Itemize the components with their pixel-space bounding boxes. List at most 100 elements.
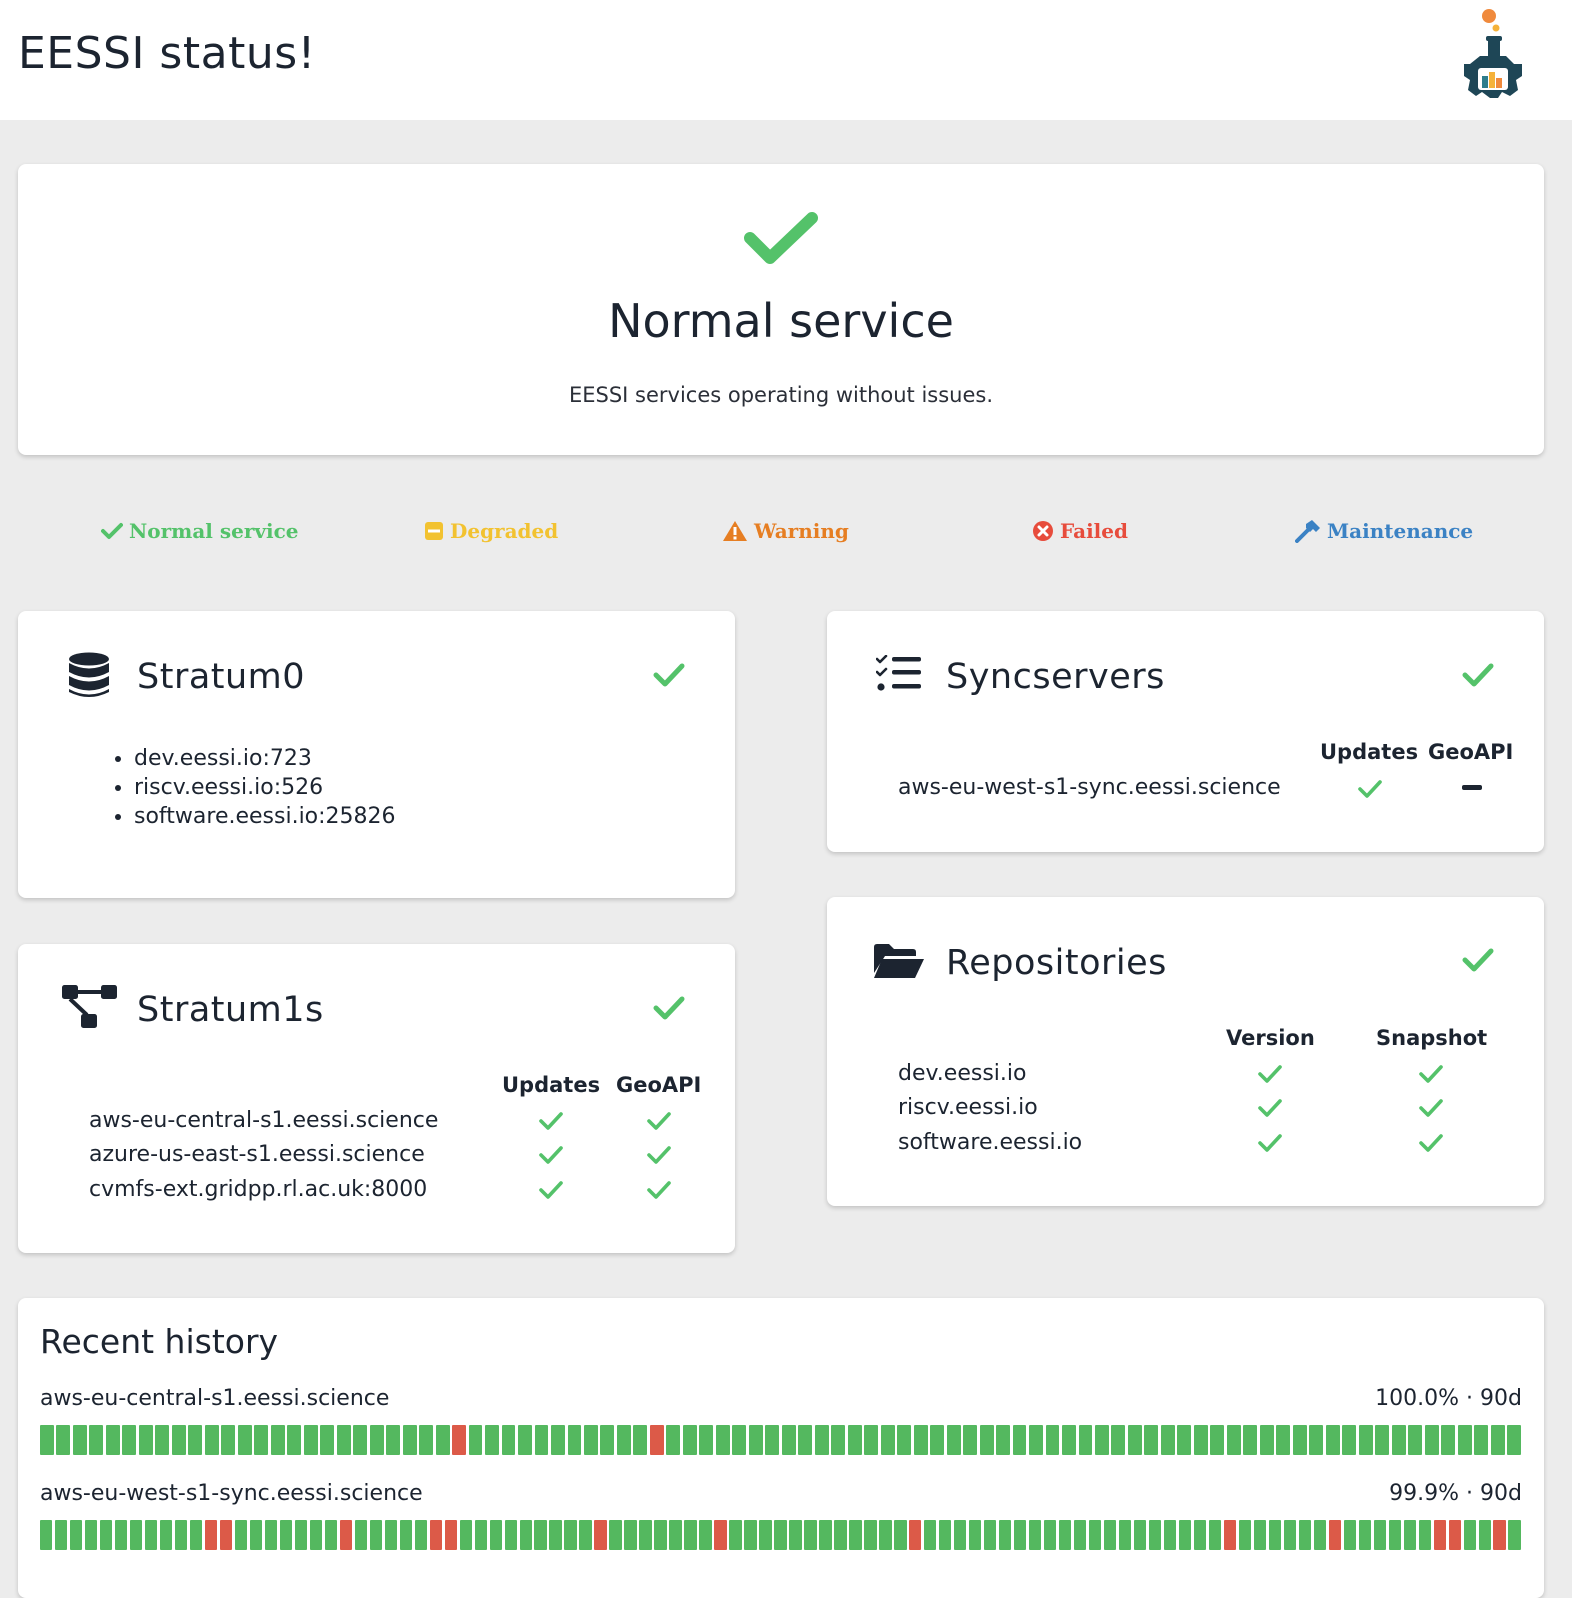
history-day-up[interactable]	[1210, 1425, 1225, 1455]
history-day-up[interactable]	[1243, 1425, 1258, 1455]
history-day-up[interactable]	[159, 1520, 173, 1550]
history-day-up[interactable]	[144, 1520, 158, 1550]
history-day-up[interactable]	[320, 1425, 335, 1455]
history-day-down[interactable]	[594, 1520, 607, 1550]
history-day-up[interactable]	[897, 1425, 912, 1455]
history-day-up[interactable]	[549, 1520, 562, 1550]
history-day-up[interactable]	[1193, 1425, 1208, 1455]
history-day-up[interactable]	[579, 1520, 592, 1550]
history-day-up[interactable]	[715, 1425, 730, 1455]
history-day-up[interactable]	[399, 1520, 413, 1550]
history-day-up[interactable]	[264, 1520, 278, 1550]
history-day-up[interactable]	[1418, 1520, 1431, 1550]
history-day-up[interactable]	[138, 1425, 153, 1455]
history-day-up[interactable]	[384, 1520, 398, 1550]
history-day-up[interactable]	[534, 1425, 549, 1455]
history-day-up[interactable]	[279, 1520, 293, 1550]
history-day-up[interactable]	[353, 1425, 368, 1455]
history-day-up[interactable]	[1508, 1520, 1521, 1550]
history-day-up[interactable]	[804, 1520, 817, 1550]
history-day-up[interactable]	[551, 1425, 565, 1455]
history-day-up[interactable]	[879, 1520, 892, 1550]
history-day-up[interactable]	[174, 1520, 188, 1550]
history-day-up[interactable]	[1490, 1425, 1505, 1455]
history-day-up[interactable]	[1029, 1425, 1043, 1455]
history-day-up[interactable]	[1358, 1425, 1373, 1455]
history-day-up[interactable]	[1062, 1425, 1076, 1455]
history-day-up[interactable]	[468, 1425, 483, 1455]
history-day-up[interactable]	[1133, 1520, 1147, 1550]
history-day-down[interactable]	[204, 1520, 218, 1550]
history-day-up[interactable]	[583, 1425, 598, 1455]
history-day-up[interactable]	[56, 1425, 71, 1455]
history-day-up[interactable]	[880, 1425, 895, 1455]
history-day-up[interactable]	[759, 1520, 772, 1550]
history-day-up[interactable]	[819, 1520, 832, 1550]
history-day-up[interactable]	[270, 1425, 285, 1455]
history-day-up[interactable]	[1058, 1520, 1072, 1550]
history-day-down[interactable]	[714, 1520, 727, 1550]
history-day-down[interactable]	[1328, 1520, 1342, 1550]
history-day-up[interactable]	[386, 1425, 401, 1455]
history-day-up[interactable]	[369, 1520, 383, 1550]
history-day-up[interactable]	[789, 1520, 802, 1550]
history-day-up[interactable]	[781, 1425, 796, 1455]
history-day-up[interactable]	[979, 1425, 994, 1455]
history-day-up[interactable]	[913, 1425, 928, 1455]
history-day-up[interactable]	[1144, 1425, 1159, 1455]
history-day-up[interactable]	[930, 1425, 945, 1455]
history-day-up[interactable]	[834, 1520, 847, 1550]
history-day-up[interactable]	[254, 1425, 269, 1455]
history-day-up[interactable]	[237, 1425, 252, 1455]
history-day-up[interactable]	[894, 1520, 907, 1550]
history-day-up[interactable]	[849, 1520, 862, 1550]
history-day-up[interactable]	[1309, 1425, 1324, 1455]
history-day-up[interactable]	[354, 1520, 368, 1550]
history-day-up[interactable]	[666, 1425, 681, 1455]
history-day-up[interactable]	[1118, 1520, 1132, 1550]
history-day-up[interactable]	[1463, 1520, 1476, 1550]
history-day-up[interactable]	[504, 1520, 517, 1550]
history-day-up[interactable]	[1507, 1425, 1521, 1455]
history-day-up[interactable]	[1226, 1425, 1241, 1455]
history-day-up[interactable]	[1043, 1520, 1057, 1550]
history-day-up[interactable]	[954, 1520, 967, 1550]
history-day-up[interactable]	[699, 1520, 712, 1550]
history-day-up[interactable]	[129, 1520, 143, 1550]
history-day-up[interactable]	[609, 1520, 622, 1550]
history-day-up[interactable]	[1325, 1425, 1340, 1455]
history-day-up[interactable]	[414, 1520, 427, 1550]
history-day-up[interactable]	[40, 1425, 54, 1455]
history-day-up[interactable]	[1342, 1425, 1357, 1455]
history-day-up[interactable]	[1127, 1425, 1142, 1455]
history-day-up[interactable]	[831, 1425, 846, 1455]
history-day-up[interactable]	[1163, 1520, 1177, 1550]
history-day-up[interactable]	[369, 1425, 384, 1455]
history-day-up[interactable]	[402, 1425, 417, 1455]
history-day-down[interactable]	[429, 1520, 442, 1550]
history-day-up[interactable]	[1028, 1520, 1042, 1550]
history-day-up[interactable]	[1298, 1520, 1312, 1550]
history-day-up[interactable]	[1177, 1425, 1192, 1455]
history-day-up[interactable]	[1373, 1520, 1386, 1550]
history-day-up[interactable]	[1391, 1425, 1406, 1455]
history-day-up[interactable]	[188, 1425, 203, 1455]
history-day-up[interactable]	[534, 1520, 547, 1550]
history-day-down[interactable]	[1493, 1520, 1506, 1550]
history-day-up[interactable]	[309, 1520, 323, 1550]
history-day-up[interactable]	[1358, 1520, 1372, 1550]
history-day-up[interactable]	[1403, 1520, 1416, 1550]
history-day-up[interactable]	[221, 1425, 236, 1455]
history-day-up[interactable]	[171, 1425, 186, 1455]
history-day-down[interactable]	[444, 1520, 457, 1550]
history-day-up[interactable]	[798, 1425, 813, 1455]
history-day-up[interactable]	[1012, 1425, 1027, 1455]
history-day-up[interactable]	[616, 1425, 631, 1455]
history-day-up[interactable]	[1078, 1425, 1093, 1455]
history-day-up[interactable]	[1388, 1520, 1401, 1550]
history-day-up[interactable]	[249, 1520, 263, 1550]
history-day-up[interactable]	[765, 1425, 780, 1455]
history-day-up[interactable]	[474, 1520, 487, 1550]
history-day-down[interactable]	[909, 1520, 922, 1550]
history-day-up[interactable]	[501, 1425, 516, 1455]
